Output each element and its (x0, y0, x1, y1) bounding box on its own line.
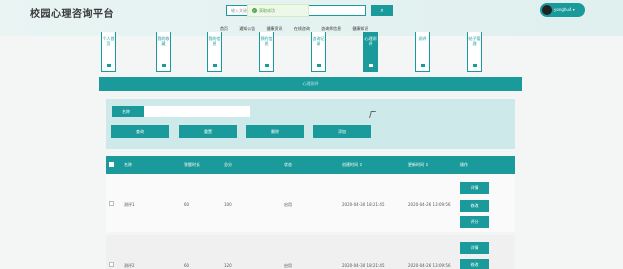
col-created[interactable]: 创建时间 ⇕ (342, 156, 363, 174)
home-icon (317, 64, 321, 67)
home-icon (213, 64, 217, 67)
tile-psych-test[interactable]: 心理测评 (363, 32, 378, 72)
toast-message: 获取成功 (259, 8, 275, 13)
cell-created: 2020-04-30 18:21:45 (342, 263, 385, 268)
row-checkbox[interactable] (109, 201, 114, 206)
section-banner: 心理测评 (99, 77, 522, 91)
col-actions: 操作 (460, 162, 468, 167)
check-icon: ✓ (252, 8, 257, 13)
query-button[interactable]: 查询 (111, 125, 169, 138)
nav-notices[interactable]: 通知公告 (239, 26, 255, 31)
tile-consult-records[interactable]: 咨询记录 (311, 32, 326, 72)
table-row: 测评1 60 100 启用 2020-04-30 18:21:45 2020-0… (106, 174, 515, 232)
nav-health-news[interactable]: 健康资讯 (267, 26, 283, 31)
table-row: 测评2 60 120 启用 2020-04-30 18:21:45 2020-0… (106, 235, 515, 269)
select-all-checkbox[interactable] (109, 162, 114, 167)
cell-updated: 2020-04-26 13:09:56 (408, 202, 451, 207)
nav-counselor-info[interactable]: 咨询师信息 (321, 26, 341, 31)
nav-home[interactable]: 首页 (220, 26, 228, 31)
cell-score: 120 (224, 263, 232, 268)
home-icon (473, 64, 477, 67)
search-button[interactable]: ⌕ (371, 5, 393, 16)
tile-post-manage[interactable]: 帖子管理 (467, 32, 482, 72)
detail-button[interactable]: 详情 (460, 182, 489, 194)
nav-health-knowledge[interactable]: 健康知识 (352, 26, 368, 31)
username: yonghu4 (554, 7, 572, 12)
add-button[interactable]: 添加 (313, 125, 371, 138)
col-updated[interactable]: 更新时间 ⇕ (408, 156, 429, 174)
detail-button[interactable]: 详情 (460, 242, 489, 254)
cell-duration: 60 (184, 202, 190, 207)
filter-panel: 名称 查询 重置 删除 添加 (106, 99, 515, 149)
col-status: 状态 (284, 162, 292, 167)
cell-duration: 60 (184, 263, 190, 268)
table-header: 名称 答题时长 总分 状态 创建时间 ⇕ 更新时间 ⇕ 操作 (106, 156, 515, 174)
name-input[interactable] (144, 106, 250, 117)
header: 校园心理咨询平台 输入关键字 ⌕ ✓ 获取成功 yonghu4 ▾ 首页 通知公告… (0, 0, 623, 36)
edit-button[interactable]: 修改 (460, 200, 489, 212)
cell-name: 测评2 (124, 263, 135, 268)
tile-my-info[interactable]: 我的信息 (207, 32, 222, 72)
cell-name: 测评1 (124, 202, 135, 207)
col-score: 总分 (224, 162, 232, 167)
home-icon (421, 64, 425, 67)
delete-button[interactable]: 删除 (246, 125, 304, 138)
cell-created: 2020-04-30 18:21:45 (342, 202, 385, 207)
home-icon (369, 64, 373, 67)
name-label: 名称 (112, 106, 144, 117)
col-duration: 答题时长 (184, 162, 200, 167)
grade-button[interactable]: 评分 (460, 216, 489, 228)
edit-button[interactable]: 修改 (460, 259, 489, 269)
cell-updated: 2020-04-26 13:09:56 (408, 263, 451, 268)
chevron-down-icon: ▾ (572, 7, 575, 12)
col-name: 名称 (124, 162, 132, 167)
tile-test[interactable]: 测评 (415, 32, 430, 72)
cell-status: 启用 (284, 202, 292, 207)
home-icon (162, 64, 166, 67)
app-title: 校园心理咨询平台 (30, 9, 114, 20)
home-icon (265, 64, 269, 67)
user-menu[interactable]: yonghu4 ▾ (540, 3, 585, 17)
home-icon (107, 64, 111, 67)
success-toast: ✓ 获取成功 (247, 4, 309, 17)
row-checkbox[interactable] (109, 262, 114, 267)
nav-online-consult[interactable]: 在线咨询 (294, 26, 310, 31)
reset-button[interactable]: 重置 (179, 125, 237, 138)
tile-personal-home[interactable]: 个人首页 (101, 32, 116, 72)
tile-appointments[interactable]: 预约信息 (259, 32, 274, 72)
cell-status: 启用 (284, 263, 292, 268)
category-tiles: 个人首页 我的收藏 我的信息 预约信息 咨询记录 心理测评 测评 帖子管理 (101, 32, 521, 72)
tile-favorites[interactable]: 我的收藏 (156, 32, 171, 72)
avatar (542, 5, 552, 15)
cell-score: 100 (224, 202, 232, 207)
